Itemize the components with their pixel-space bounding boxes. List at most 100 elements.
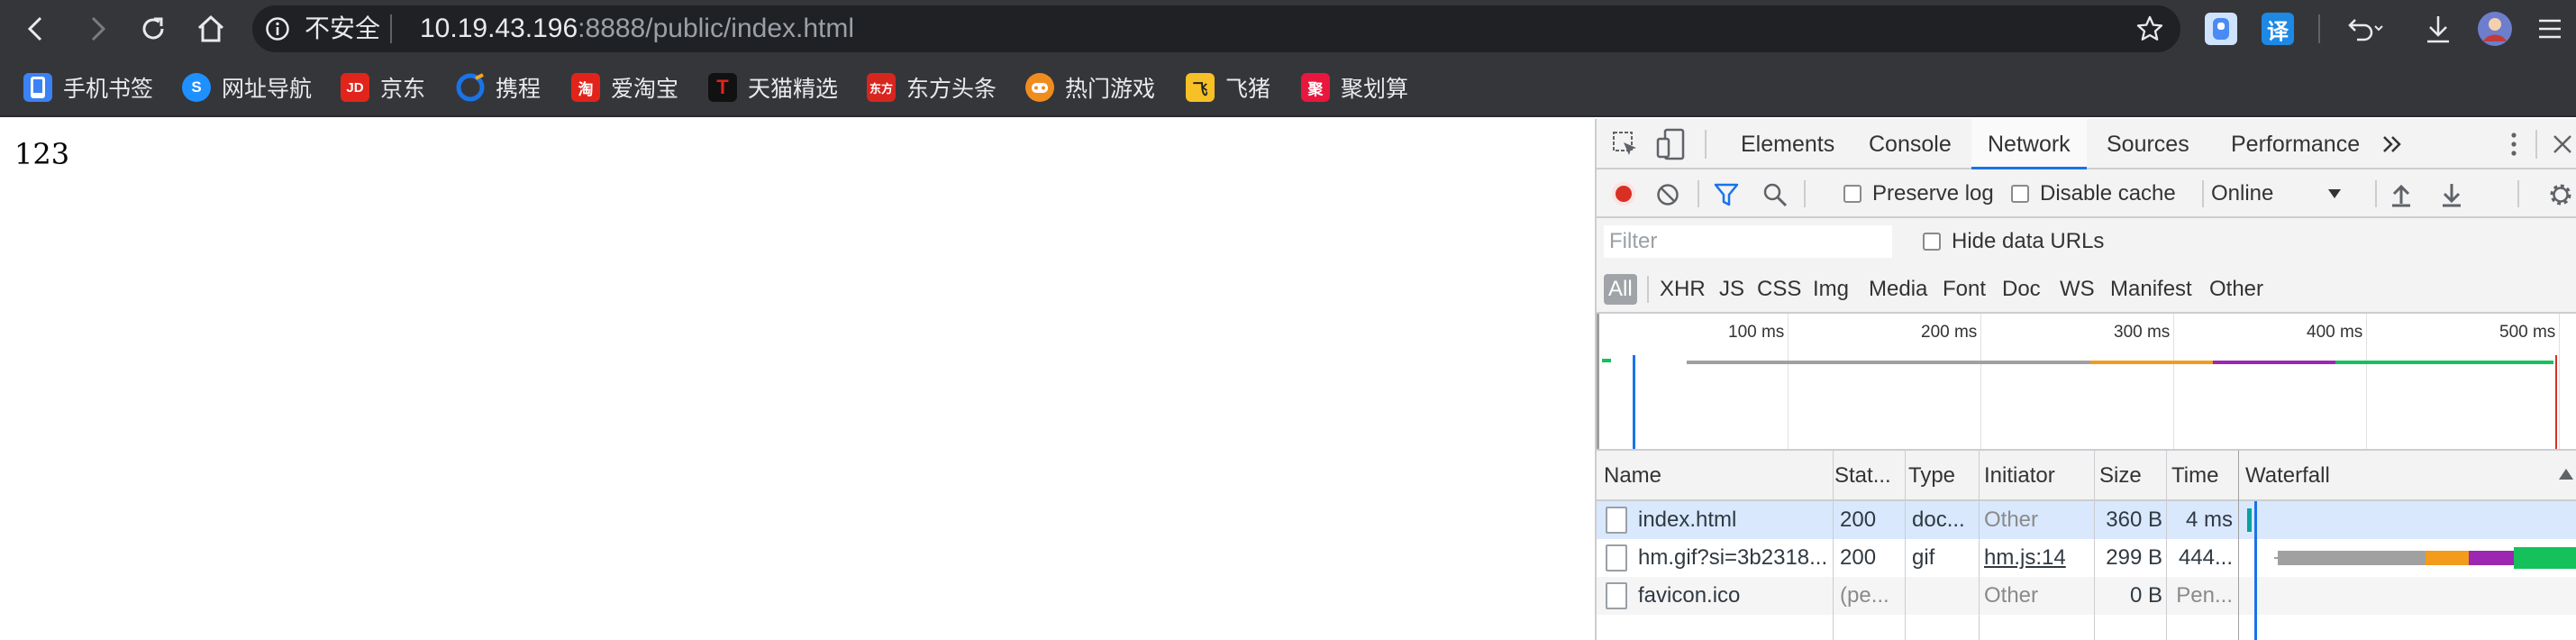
checkbox[interactable] bbox=[1923, 233, 1941, 251]
type-filter-other[interactable]: Other bbox=[2209, 274, 2263, 305]
type-filter-js[interactable]: JS bbox=[1719, 274, 1744, 305]
inspect-element-icon[interactable] bbox=[1611, 130, 1640, 159]
request-row[interactable]: hm.gif?si=3b2318... 200 gif hm.js:14 299… bbox=[1597, 539, 2576, 577]
bookmark-item-9[interactable]: 聚 聚划算 bbox=[1301, 69, 1408, 105]
column-separator[interactable] bbox=[1833, 451, 1834, 640]
filter-icon[interactable] bbox=[1714, 182, 1739, 207]
devtools-tab-bar: Elements Console Network Sources Perform… bbox=[1597, 119, 2576, 169]
column-name[interactable]: Name bbox=[1604, 451, 1838, 501]
filter-input[interactable]: Filter bbox=[1604, 225, 1892, 258]
home-icon bbox=[197, 14, 224, 42]
column-separator[interactable] bbox=[2238, 451, 2239, 640]
kebab-menu-icon[interactable] bbox=[2510, 132, 2517, 157]
settings-gear-icon[interactable] bbox=[2548, 182, 2573, 207]
extension-button[interactable] bbox=[2205, 13, 2237, 45]
import-har-icon[interactable] bbox=[2389, 182, 2413, 207]
bookmark-item-8[interactable]: 飞 飞猪 bbox=[1186, 69, 1270, 105]
load-event-line bbox=[2555, 355, 2557, 449]
request-size: 360 B bbox=[2106, 507, 2162, 532]
request-row[interactable]: favicon.ico (pe... Other 0 B Pen... bbox=[1597, 577, 2576, 615]
tab-sources[interactable]: Sources bbox=[2107, 119, 2189, 169]
search-icon[interactable] bbox=[1762, 182, 1788, 207]
preserve-log-label: Preserve log bbox=[1872, 181, 1994, 206]
type-filter-ws[interactable]: WS bbox=[2060, 274, 2095, 305]
bookmark-star-icon[interactable] bbox=[2135, 14, 2164, 43]
jd-icon: JD bbox=[341, 73, 369, 102]
bookmark-item-5[interactable]: T 天猫精选 bbox=[708, 69, 838, 105]
downloads-button[interactable] bbox=[2417, 7, 2460, 50]
timeline-gridline bbox=[2366, 314, 2367, 449]
network-overview[interactable]: 100 ms 200 ms 300 ms 400 ms 500 ms bbox=[1597, 314, 2576, 451]
column-separator[interactable] bbox=[2094, 451, 2095, 640]
overview-bar-purple bbox=[2213, 361, 2335, 364]
column-time[interactable]: Time bbox=[2171, 451, 2235, 501]
column-initiator[interactable]: Initiator bbox=[1984, 451, 2092, 501]
home-button[interactable] bbox=[189, 7, 232, 50]
checkbox[interactable] bbox=[2011, 185, 2029, 203]
info-icon[interactable] bbox=[265, 16, 290, 41]
toolbar-divider bbox=[2318, 14, 2320, 43]
type-filter-img[interactable]: Img bbox=[1813, 274, 1849, 305]
filter-bar: Filter Hide data URLs bbox=[1597, 218, 2576, 265]
undo-close-tab-button[interactable] bbox=[2344, 7, 2388, 50]
bookmark-item-3[interactable]: 携程 bbox=[456, 69, 541, 105]
device-toolbar-icon[interactable] bbox=[1656, 128, 1685, 160]
back-arrow-icon bbox=[27, 16, 42, 41]
overview-bar-index bbox=[1602, 359, 1611, 362]
bookmark-item-1[interactable]: S 网址导航 bbox=[182, 69, 312, 105]
forward-button[interactable] bbox=[76, 7, 119, 50]
tab-network[interactable]: Network bbox=[1971, 119, 2087, 169]
ai-taobao-icon: 淘 bbox=[571, 73, 600, 102]
type-filter-css[interactable]: CSS bbox=[1757, 274, 1801, 305]
hide-data-urls-checkbox[interactable]: Hide data URLs bbox=[1923, 218, 2104, 265]
type-filter-media[interactable]: Media bbox=[1869, 274, 1927, 305]
column-status[interactable]: Stat... bbox=[1834, 451, 1898, 501]
tab-console[interactable]: Console bbox=[1869, 119, 1952, 169]
url-host: 10.19.43.196 bbox=[420, 14, 578, 43]
type-filter-doc[interactable]: Doc bbox=[2002, 274, 2041, 305]
tab-performance[interactable]: Performance bbox=[2231, 119, 2360, 169]
column-separator[interactable] bbox=[1979, 451, 1980, 640]
bookmark-item-7[interactable]: 热门游戏 bbox=[1025, 69, 1155, 105]
record-icon[interactable] bbox=[1611, 181, 1636, 206]
waterfall-bar-orange bbox=[2426, 551, 2469, 565]
address-bar[interactable]: 不安全 10.19.43.196:8888/public/index.html bbox=[252, 5, 2180, 52]
request-row[interactable]: index.html 200 doc... Other 360 B 4 ms bbox=[1597, 501, 2576, 539]
bookmark-item-2[interactable]: JD 京东 bbox=[341, 69, 425, 105]
reload-button[interactable] bbox=[132, 7, 175, 50]
type-filter-font[interactable]: Font bbox=[1943, 274, 1986, 305]
waterfall-bar-green bbox=[2514, 547, 2576, 569]
type-filter-all[interactable]: All bbox=[1604, 274, 1637, 305]
url-text[interactable]: 10.19.43.196:8888/public/index.html bbox=[420, 15, 854, 42]
translate-extension-button[interactable]: 译 bbox=[2262, 13, 2294, 45]
type-filter-xhr[interactable]: XHR bbox=[1660, 274, 1706, 305]
request-initiator-link[interactable]: hm.js:14 bbox=[1984, 539, 2092, 577]
clear-icon[interactable] bbox=[1656, 183, 1679, 206]
bookmark-item-0[interactable]: 手机书签 bbox=[23, 69, 153, 105]
tab-elements[interactable]: Elements bbox=[1741, 119, 1834, 169]
waterfall-bar-waiting bbox=[2278, 551, 2426, 565]
more-tabs-icon[interactable] bbox=[2382, 135, 2402, 153]
export-har-icon[interactable] bbox=[2440, 182, 2463, 207]
download-icon bbox=[2427, 16, 2449, 43]
timeline-tick-label: 300 ms bbox=[2114, 323, 2171, 342]
type-filter-manifest[interactable]: Manifest bbox=[2110, 274, 2192, 305]
profile-button[interactable] bbox=[2473, 7, 2517, 50]
close-devtools-icon[interactable] bbox=[2552, 133, 2573, 155]
column-separator[interactable] bbox=[2166, 451, 2167, 640]
bookmark-item-6[interactable]: 东方 东方头条 bbox=[867, 69, 997, 105]
request-size: 0 B bbox=[2129, 583, 2162, 608]
column-waterfall[interactable]: Waterfall bbox=[2245, 451, 2426, 501]
column-size[interactable]: Size bbox=[2099, 451, 2162, 501]
bookmark-item-4[interactable]: 淘 爱淘宝 bbox=[571, 69, 678, 105]
menu-button[interactable] bbox=[2528, 7, 2571, 50]
request-size: 299 B bbox=[2106, 545, 2162, 570]
back-button[interactable] bbox=[14, 7, 58, 50]
column-separator[interactable] bbox=[1905, 451, 1906, 640]
preserve-log-checkbox[interactable]: Preserve log bbox=[1843, 169, 1994, 218]
disable-cache-checkbox[interactable]: Disable cache bbox=[2011, 169, 2176, 218]
checkbox[interactable] bbox=[1843, 185, 1861, 203]
column-type[interactable]: Type bbox=[1908, 451, 1971, 501]
throttling-select[interactable]: Online bbox=[2211, 169, 2348, 218]
security-label: 不安全 bbox=[305, 14, 381, 42]
